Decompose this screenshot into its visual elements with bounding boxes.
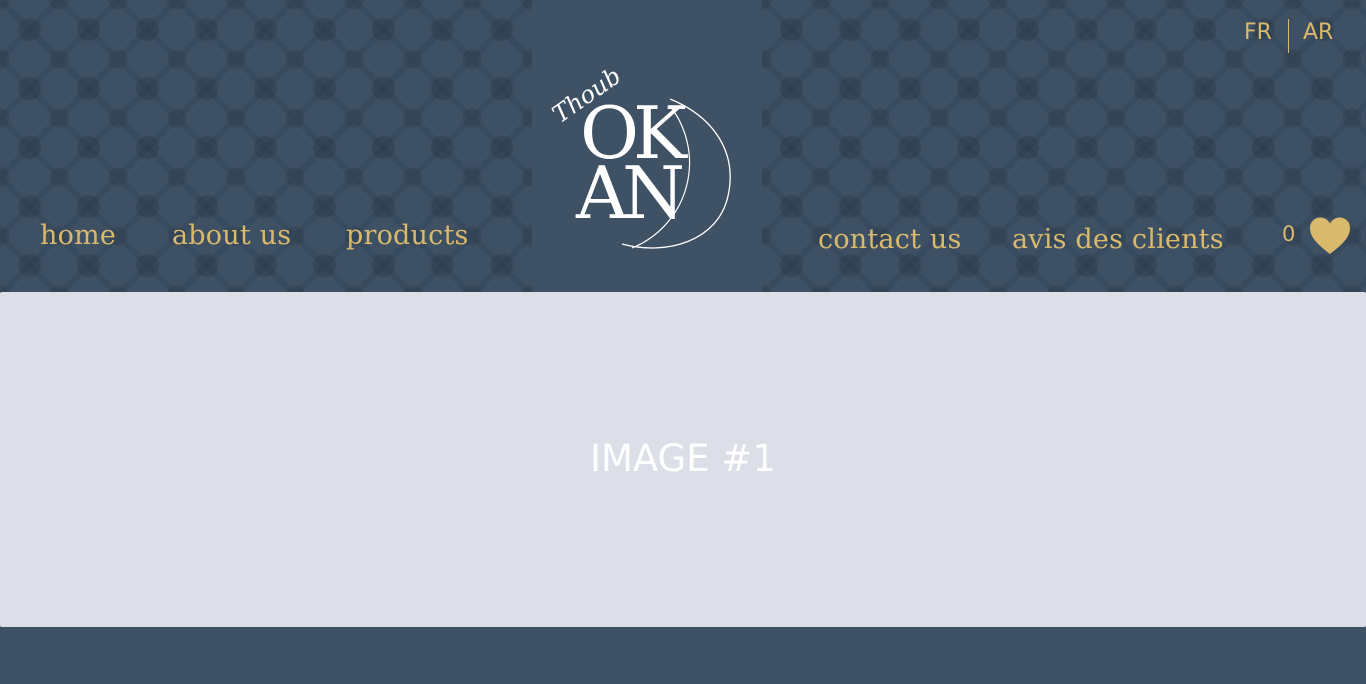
language-ar[interactable]: AR: [1303, 22, 1333, 44]
nav-link-avis-des-clients[interactable]: avis des clients: [1012, 226, 1224, 253]
language-fr[interactable]: FR: [1244, 22, 1272, 44]
site-header: home about us products contact us avis d…: [0, 0, 1366, 292]
page: home about us products contact us avis d…: [0, 0, 1366, 684]
nav-link-about-us[interactable]: about us: [172, 222, 291, 249]
logo-line-2: AN: [575, 151, 682, 235]
nav-link-products[interactable]: products: [346, 222, 469, 249]
logo[interactable]: Thoub OK AN: [542, 56, 742, 256]
wishlist-count: 0: [1282, 222, 1296, 246]
hero-label: IMAGE #1: [590, 437, 776, 480]
language-divider: [1288, 19, 1289, 53]
nav-link-contact-us[interactable]: contact us: [818, 226, 962, 253]
nav-link-home[interactable]: home: [40, 222, 116, 249]
heart-icon[interactable]: [1309, 217, 1351, 255]
